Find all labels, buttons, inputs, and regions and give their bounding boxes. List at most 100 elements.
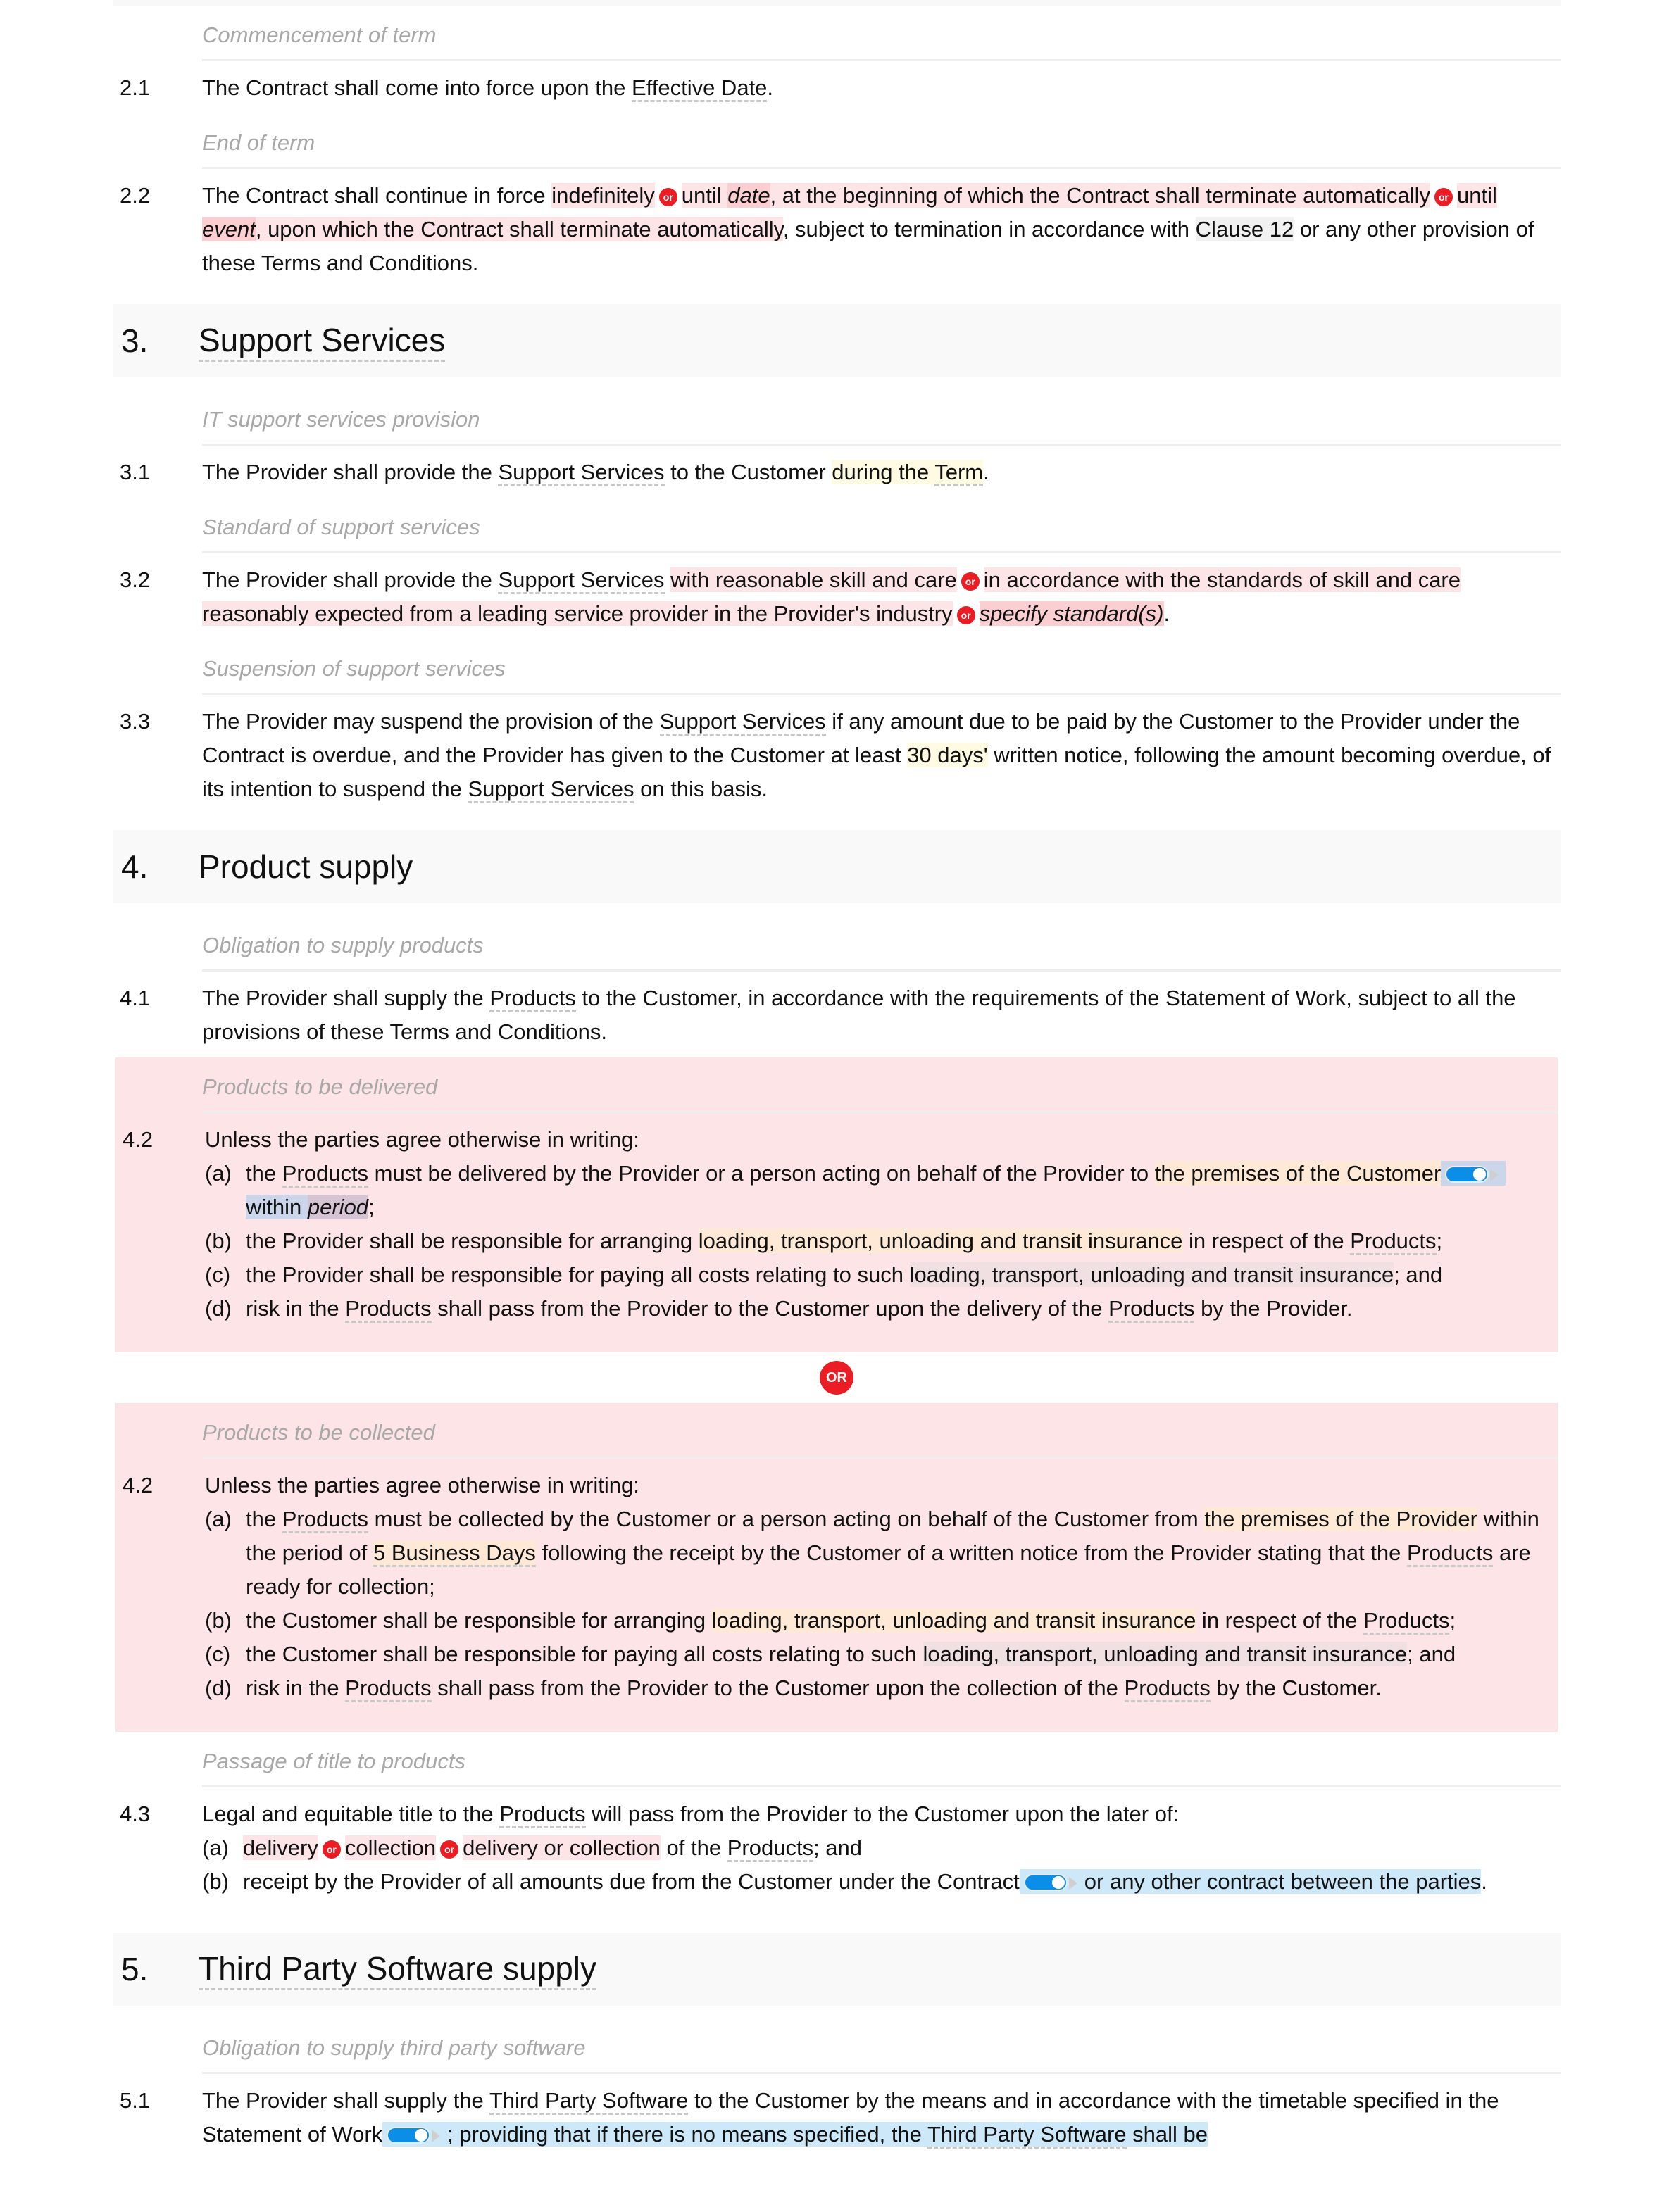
option-collection[interactable]: collection (344, 1835, 437, 1860)
defined-term[interactable]: Products (1350, 1228, 1437, 1255)
clause-intro: Unless the parties agree otherwise in wr… (205, 1127, 639, 1152)
text: by the Customer. (1210, 1676, 1382, 1700)
expand-arrow-icon[interactable] (1490, 1169, 1499, 1181)
text: ; (1449, 1608, 1456, 1633)
clause-intro: Unless the parties agree otherwise in wr… (205, 1473, 639, 1497)
clause-2-2: 2.2 The Contract shall continue in force… (113, 169, 1561, 289)
defined-term[interactable]: Support Services (659, 709, 826, 736)
option-indefinitely[interactable]: indefinitely (551, 183, 655, 208)
section-number: 5. (121, 1951, 149, 1987)
clause-4-2-collected: 4.2 Unless the parties agree otherwise i… (115, 1459, 1558, 1714)
optional-text-default-means[interactable]: ; providing that if there is no means sp… (382, 2122, 1208, 2149)
toggle-switch[interactable] (1023, 1874, 1068, 1891)
toggle-switch[interactable] (387, 2127, 431, 2144)
option-delivery-or-collection[interactable]: delivery or collection (463, 1835, 661, 1860)
defined-term[interactable]: Effective Date (632, 75, 768, 102)
defined-term[interactable]: Term (934, 460, 984, 486)
text: the Provider shall be responsible for ar… (246, 1228, 699, 1253)
expand-arrow-icon[interactable] (1068, 1877, 1077, 1890)
section-title[interactable]: Third Party Software supply (199, 1949, 597, 1990)
defined-term[interactable]: Products (345, 1296, 432, 1323)
subclause-label: (c) (205, 1262, 231, 1287)
or-icon[interactable]: or (956, 606, 975, 624)
clause-text: Unless the parties agree otherwise in wr… (205, 1123, 1558, 1326)
variable-term[interactable]: during the Term (832, 460, 984, 486)
variable-logistics-ref[interactable]: loading, transport, unloading and transi… (909, 1262, 1394, 1287)
defined-term[interactable]: Products (1124, 1676, 1211, 1702)
clause-number: 3.2 (120, 567, 151, 592)
defined-term[interactable]: Third Party Software (927, 2122, 1127, 2149)
subclause-label: (a) (202, 1835, 229, 1860)
variable-business-days[interactable]: 5 Business Days (373, 1540, 536, 1567)
text: shall pass from the Provider to the Cust… (431, 1296, 1109, 1321)
text: must be delivered by the Provider or a p… (368, 1161, 1155, 1186)
variable-logistics[interactable]: loading, transport, unloading and transi… (698, 1228, 1183, 1253)
variable-notice-period[interactable]: 30 days' (907, 743, 988, 767)
option-reasonable-skill[interactable]: with reasonable skill and care (670, 567, 957, 592)
section-title[interactable]: Support Services (199, 320, 446, 362)
text: ; (368, 1195, 375, 1219)
defined-term[interactable]: Products (1407, 1540, 1494, 1567)
option-until-date[interactable]: until date, at the beginning of which th… (681, 183, 1430, 208)
section-heading-3: 3. Support Services (113, 304, 1561, 377)
or-icon[interactable]: or (658, 188, 677, 206)
subclause-text: the Customer shall be responsible for ar… (246, 1604, 1551, 1638)
previous-section-end (113, 0, 1561, 6)
defined-term[interactable]: Support Services (468, 777, 634, 803)
defined-term[interactable]: Support Services (498, 567, 665, 594)
clause-caption: Products to be delivered (202, 1057, 1558, 1113)
text: until (1456, 183, 1497, 208)
text: . (1481, 1869, 1487, 1894)
subclause-text: risk in the Products shall pass from the… (246, 1671, 1551, 1705)
clause-number: 4.2 (123, 1127, 154, 1152)
or-icon[interactable]: or (1434, 188, 1453, 206)
defined-term[interactable]: Products (1363, 1608, 1450, 1635)
clause-5-1: 5.1 The Provider shall supply the Third … (113, 2074, 1561, 2160)
toggle-knob (1051, 1876, 1065, 1889)
variable-date[interactable]: date (727, 183, 770, 208)
subclause-text: receipt by the Provider of all amounts d… (243, 1865, 1553, 1899)
clause-reference[interactable]: Clause 12 (1195, 217, 1294, 241)
text: will pass from the Provider to the Custo… (585, 1802, 1180, 1826)
text: in respect of the (1196, 1608, 1364, 1633)
defined-term[interactable]: Third Party Software (489, 2088, 689, 2115)
text: receipt by the Provider of all amounts d… (243, 1869, 1020, 1894)
variable-specify-standards[interactable]: specify standard(s) (979, 601, 1164, 626)
variable-logistics-ref[interactable]: loading, transport, unloading and transi… (923, 1642, 1408, 1666)
or-icon[interactable]: or (440, 1840, 459, 1859)
text: of the (660, 1835, 727, 1860)
text: on this basis. (634, 777, 768, 801)
text: to the Customer (664, 460, 832, 484)
text: , at the beginning of which the Contract… (770, 183, 1430, 208)
variable-period[interactable]: period (307, 1195, 369, 1219)
text: within (246, 1195, 308, 1219)
defined-term[interactable]: Products (345, 1676, 432, 1702)
text: risk in the (246, 1296, 346, 1321)
or-icon[interactable]: OR (820, 1361, 853, 1395)
defined-term[interactable]: Products (499, 1802, 586, 1828)
defined-term[interactable]: Products (489, 986, 576, 1012)
variable-logistics[interactable]: loading, transport, unloading and transi… (711, 1608, 1196, 1633)
alternative-block-collected[interactable]: Products to be collected 4.2 Unless the … (115, 1403, 1558, 1732)
defined-term[interactable]: Products (727, 1835, 814, 1862)
variable-event[interactable]: event (202, 217, 256, 241)
or-icon[interactable]: or (961, 572, 980, 591)
or-icon[interactable]: or (322, 1840, 341, 1859)
alternative-block-delivered[interactable]: Products to be delivered 4.2 Unless the … (115, 1057, 1558, 1352)
defined-term[interactable]: Support Services (498, 460, 665, 486)
clause-4-2-delivered: 4.2 Unless the parties agree otherwise i… (115, 1113, 1558, 1334)
variable-premises[interactable]: the premises of the Customer (1154, 1161, 1442, 1186)
toggle-switch[interactable] (1445, 1166, 1489, 1183)
defined-term[interactable]: Products (282, 1507, 369, 1533)
text: . (767, 75, 774, 100)
defined-term[interactable]: Products (282, 1161, 369, 1188)
clause-caption: End of term (202, 113, 1561, 169)
expand-arrow-icon[interactable] (432, 2130, 441, 2142)
defined-term[interactable]: Products (1108, 1296, 1195, 1323)
text: following the receipt by the Customer of… (535, 1540, 1408, 1565)
clause-caption: Commencement of term (202, 6, 1561, 61)
text: until (681, 183, 728, 208)
option-delivery[interactable]: delivery (243, 1835, 318, 1860)
optional-text-other-contract[interactable]: or any other contract between the partie… (1019, 1869, 1482, 1894)
variable-premises[interactable]: the premises of the Provider (1204, 1507, 1477, 1531)
